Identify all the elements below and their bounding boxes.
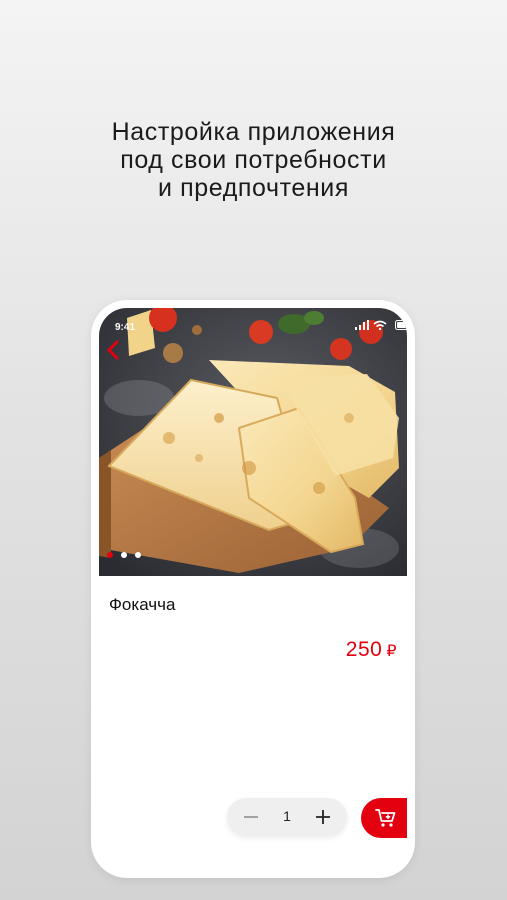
promo-headline-line-3: и предпочтения <box>158 174 349 202</box>
phone-frame: 9:41 Фокачча 250 ₽ 1 <box>91 300 415 878</box>
price-currency: ₽ <box>386 643 397 660</box>
add-to-cart-button[interactable] <box>361 798 407 838</box>
promo-headline: Настройка приложения под свои потребност… <box>0 118 507 202</box>
focaccia-image <box>99 308 407 576</box>
carousel-dot-3[interactable] <box>135 552 141 558</box>
status-time: 9:41 <box>115 322 136 333</box>
back-button[interactable] <box>103 338 125 362</box>
quantity-stepper: 1 <box>227 798 347 836</box>
promo-headline-line-2: под свои потребности <box>120 146 387 174</box>
promo-headline-line-1: Настройка приложения <box>111 118 396 146</box>
product-title: Фокачча <box>109 595 176 614</box>
minus-icon <box>241 812 261 829</box>
increase-quantity-button[interactable] <box>313 807 333 827</box>
price-value: 250 <box>345 638 383 661</box>
carousel-dot-2[interactable] <box>121 552 127 558</box>
carousel-dot-1[interactable] <box>107 552 113 558</box>
decrease-quantity-button[interactable] <box>241 809 261 825</box>
plus-icon <box>313 810 333 831</box>
product-photo[interactable]: 9:41 <box>99 308 407 576</box>
quantity-value: 1 <box>283 808 291 824</box>
phone-screen: 9:41 Фокачча 250 ₽ 1 <box>99 308 407 870</box>
product-price: 250 ₽ <box>346 638 397 662</box>
status-bar: 9:41 <box>99 308 407 336</box>
